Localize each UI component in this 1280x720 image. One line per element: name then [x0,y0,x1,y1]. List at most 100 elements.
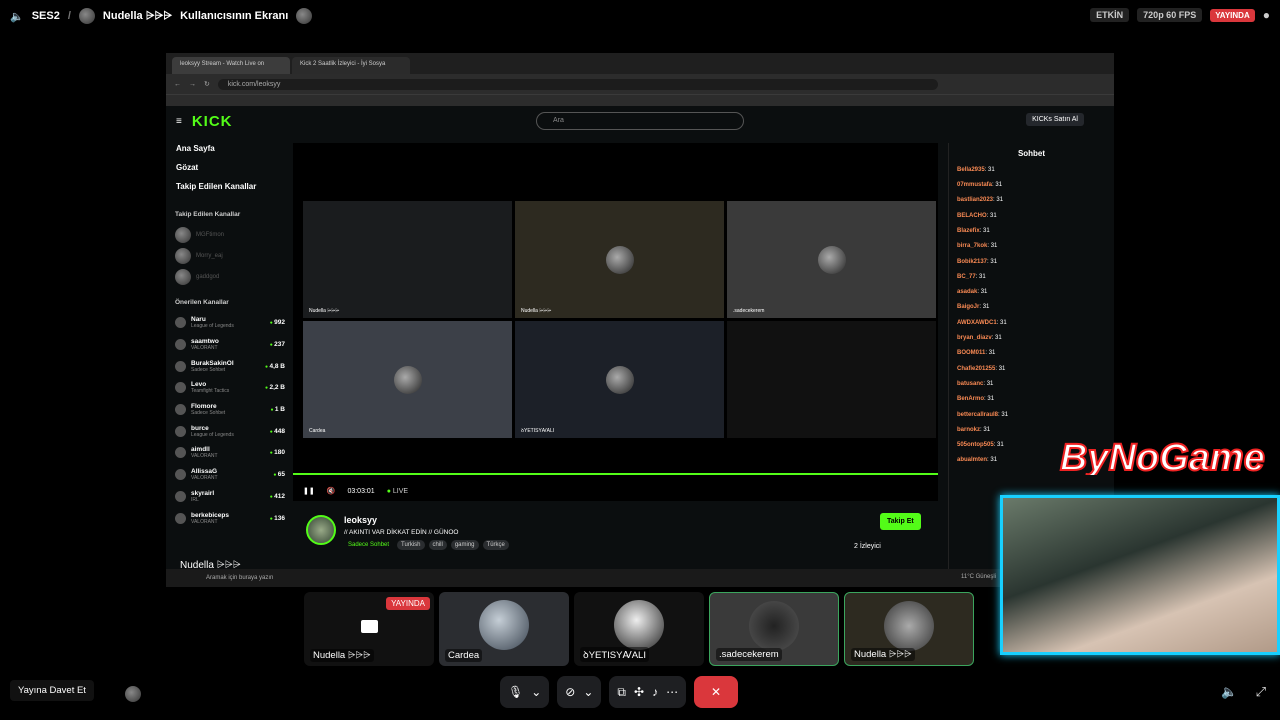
recommended-channel[interactable]: aimdllVALORANT180 [166,442,291,464]
windows-taskbar: Aramak için buraya yazın 11°C Güneşli [166,569,1114,587]
chat-message: bastlian2023: 31 [957,197,1004,204]
avatar [296,8,313,24]
video-player[interactable]: Nudella ⩥⩥⩥ Nudella ⩥⩥⩥ .sadecekerem Car… [293,143,938,501]
chat-message: BOOM011: 31 [957,350,996,357]
stream-title: // AKINTI VAR DİKKAT EDİN // GÜNOO [344,529,459,536]
shared-screen: leoksyy Stream - Watch Live on Kick 2 Sa… [166,53,1114,587]
participant-tile[interactable]: Cardea [439,592,569,666]
chat-message: birra_7kok: 31 [957,243,998,250]
reload-icon[interactable]: ↻ [204,80,210,88]
participant-tile[interactable]: .sadecekerem [709,592,839,666]
avatar [749,601,799,651]
live-badge: YAYINDA [386,597,430,610]
chat-message: 07mmustafa: 31 [957,182,1003,189]
disconnect-button[interactable]: ✕ [694,676,739,708]
buy-kicks-button[interactable]: KICKs Satın Al [1026,113,1084,126]
screen-title: Kullanıcısının Ekranı [180,10,289,22]
nav-browse[interactable]: Gözat [176,163,281,172]
tag[interactable]: Turkish [397,540,425,550]
chat-message: BC_77: 31 [957,273,986,280]
recommended-channel[interactable]: burceLeague of Legends448 [166,420,291,442]
avatar [884,601,934,651]
mute-icon[interactable]: 🔇 [327,487,336,495]
status-badge: ETKİN [1090,8,1130,22]
chat-title: Sohbet [1017,149,1046,158]
taskbar-search[interactable]: Aramak için buraya yazın [206,575,273,581]
followed-channel[interactable]: gaddgod [166,266,291,287]
speaker-icon: 🔈 [10,10,24,23]
soundboard-icon[interactable]: ♪ [652,685,658,699]
chevron-down-icon[interactable]: ⌄ [583,685,593,699]
category-link[interactable]: Sadece Sohbet [344,540,393,550]
recommended-channel[interactable]: berkebicepsVALORANT136 [166,507,291,529]
recommended-channel[interactable]: skyrairlIRL412 [166,486,291,508]
fullscreen-icon[interactable]: ⤢ [1256,684,1266,700]
recommended-channel[interactable]: AllissaGVALORANT65 [166,464,291,486]
streamer-name[interactable]: leoksyy [344,515,509,525]
participant-tile[interactable]: ꝺYETISYꜸALI [574,592,704,666]
kick-sidebar: Ana Sayfa Gözat Takip Edilen Kanallar Ta… [166,136,291,576]
forward-icon[interactable]: → [189,81,196,88]
follow-button[interactable]: Takip Et [880,513,921,530]
kick-logo[interactable]: KICK [192,113,233,130]
streamer-avatar[interactable] [306,515,336,545]
screen-share-icon[interactable]: ⧉ [617,685,626,700]
chat-message: Blazefix: 31 [957,227,990,234]
chat-icon[interactable]: ● [1263,8,1270,22]
nav-following[interactable]: Takip Edilen Kanallar [176,182,281,191]
chat-message: asadak: 31 [957,289,988,296]
recommended-channel[interactable]: BurakSakinOlSadece Sohbet4,8 B [166,355,291,377]
recommended-channel[interactable]: FlomoreSadece Sohbet1 B [166,399,291,421]
participant-tile[interactable]: YAYINDA Nudella ⩥⩥⩥ [304,592,434,666]
activities-icon[interactable]: ✣ [634,685,644,699]
nav-home[interactable]: Ana Sayfa [176,144,281,153]
tag[interactable]: chill [428,540,447,550]
chat-message: BELACHO: 31 [957,212,997,219]
browser-tabs: leoksyy Stream - Watch Live on Kick 2 Sa… [166,53,1114,74]
participant-tile[interactable]: Nudella ⩥⩥⩥ [844,592,974,666]
volume-icon[interactable]: 🔈 [1221,684,1237,700]
recommended-channel[interactable]: saamtwoVALORANT237 [166,334,291,356]
address-bar: ← → ↻ kick.com/leoksyy [166,74,1114,94]
back-icon[interactable]: ← [174,81,181,88]
weather-widget[interactable]: 11°C Güneşli [961,574,996,580]
activity-tile [727,321,936,438]
search-input[interactable]: Ara [536,112,744,130]
channel-name[interactable]: SES2 [32,10,60,22]
activity-buttons: ⧉ ✣ ♪ ⋯ [609,676,687,708]
mic-icon: 🎙 [508,685,524,699]
pause-icon[interactable]: ❚❚ [303,487,315,495]
svg-text:ByNoGame: ByNoGame [1060,437,1265,475]
more-icon[interactable]: ⋯ [666,685,678,699]
recommended-channel[interactable]: LevoTeamfight Tactics2,2 B [166,377,291,399]
call-tile: .sadecekerem [727,201,936,318]
menu-icon[interactable]: ≡ [176,116,182,127]
tag[interactable]: gaming [450,540,479,550]
avatar [614,600,664,650]
invite-button[interactable]: Yayına Davet Et [10,680,94,701]
end-call-icon: ✕ [711,685,722,699]
avatar [479,600,529,650]
url-field[interactable]: kick.com/leoksyy [217,78,938,90]
mic-button[interactable]: 🎙 ⌄ [500,676,550,708]
camera-button[interactable]: ⊘ ⌄ [557,676,602,708]
chat-message: AWDXAWDC1: 31 [957,319,1007,326]
call-tile: Cardea [303,321,512,438]
progress-bar[interactable] [293,473,938,475]
avatar [78,8,95,24]
chat-message: Bella2935: 31 [957,166,995,173]
followed-channel[interactable]: Morry_eaj [166,245,291,266]
chevron-down-icon[interactable]: ⌄ [531,685,541,699]
recommended-channel[interactable]: NaruLeague of Legends992 [166,312,291,334]
tab-kick-viewers[interactable]: Kick 2 Saatlik İzleyici - İyi Sosya [292,57,410,74]
participant-strip: YAYINDA Nudella ⩥⩥⩥ Cardea ꝺYETISYꜸALI .… [304,592,974,666]
tab-kick-stream[interactable]: leoksyy Stream - Watch Live on [172,57,290,74]
chat-message: Chafie201255: 31 [957,365,1006,372]
tag[interactable]: Türkçe [482,540,509,550]
bynogame-logo: ByNoGame [1059,436,1266,475]
chat-message: bryan_diazv: 31 [957,335,1002,342]
chat-message: Bobik2137: 31 [957,258,998,265]
call-controls-bar: Yayına Davet Et 🎙 ⌄ ⊘ ⌄ ⧉ ✣ ♪ ⋯ ✕ 🔈 ⤢ [0,672,1280,712]
followed-channel[interactable]: MGFtimon [166,224,291,245]
live-indicator: LIVE [387,488,408,495]
